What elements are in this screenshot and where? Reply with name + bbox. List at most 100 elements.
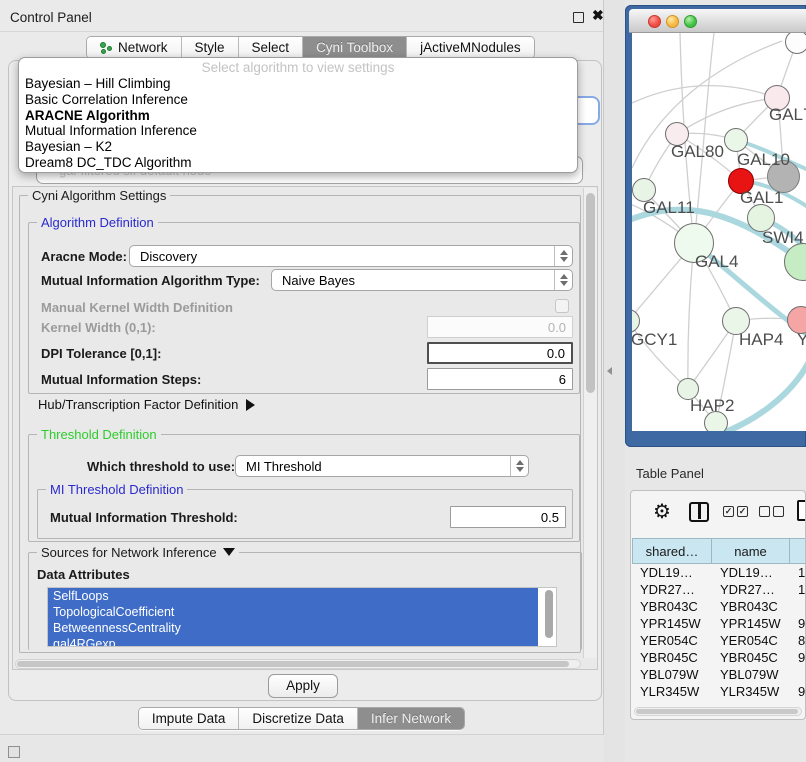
- tab-style[interactable]: Style: [182, 37, 239, 58]
- column-header[interactable]: name: [712, 538, 790, 564]
- cell: YER054C: [712, 632, 790, 649]
- tab-infer-network[interactable]: Infer Network: [358, 708, 464, 729]
- which-threshold-combo[interactable]: MI Threshold: [235, 455, 529, 477]
- cell: 9: [790, 700, 806, 703]
- list-scrollbar-thumb[interactable]: [545, 590, 553, 638]
- scrollbar-thumb[interactable]: [636, 709, 798, 714]
- cell: YBR045C: [632, 649, 712, 666]
- cyni-algorithm-settings-title: Cyni Algorithm Settings: [28, 188, 170, 203]
- control-panel: Control Panel ✖ Network Style Select Cyn…: [0, 0, 604, 735]
- stepper-arrows-icon: [510, 456, 528, 476]
- tab-network-label: Network: [118, 40, 168, 55]
- network-canvas[interactable]: GAL7 GAL80 GAL10 GAL1 GAL11 SWI4 GAL4 GC…: [632, 33, 806, 431]
- tab-jactivemnodules[interactable]: jActiveMNodules: [407, 37, 534, 58]
- checked-boxes-icon[interactable]: ✓✓: [723, 506, 748, 517]
- mi-threshold-title: MI Threshold Definition: [46, 482, 187, 497]
- mi-threshold-group: MI Threshold Definition Mutual Informati…: [37, 489, 573, 539]
- cyni-settings-area: Cyni Algorithm Settings Algorithm Defini…: [12, 186, 598, 670]
- table-row[interactable]: YIL052CYIL052C9: [632, 700, 806, 703]
- algorithm-option[interactable]: Basic Correlation Inference: [19, 92, 577, 108]
- zoom-traffic-light-icon[interactable]: [684, 15, 697, 28]
- columns-icon[interactable]: [689, 502, 709, 522]
- algorithm-option[interactable]: Dream8 DC_TDC Algorithm: [19, 155, 577, 171]
- attribute-item[interactable]: SelfLoops: [48, 588, 538, 604]
- column-header[interactable]: shared…: [632, 538, 712, 564]
- cell: YDL19…: [712, 564, 790, 581]
- float-panel-icon[interactable]: [573, 12, 584, 23]
- node-label: GAL4: [695, 252, 738, 272]
- algorithm-option-selected[interactable]: ARACNE Algorithm: [19, 108, 577, 124]
- algorithm-option[interactable]: Bayesian – Hill Climbing: [19, 76, 577, 92]
- mi-algorithm-type-combo[interactable]: Naive Bayes: [271, 269, 573, 291]
- kernel-width-input[interactable]: [427, 316, 573, 338]
- sources-group: Sources for Network Inference Data Attri…: [28, 552, 582, 650]
- file-icon[interactable]: [797, 500, 806, 521]
- tab-discretize-data[interactable]: Discretize Data: [239, 708, 358, 729]
- manual-kernel-width-checkbox[interactable]: [555, 299, 569, 313]
- close-panel-icon[interactable]: ✖: [592, 7, 604, 24]
- data-attributes-list[interactable]: SelfLoops TopologicalCoefficient Between…: [47, 587, 557, 647]
- hub-tf-definition-toggle[interactable]: Hub/Transcription Factor Definition: [38, 397, 255, 412]
- scrollbar-thumb[interactable]: [17, 661, 569, 667]
- unchecked-boxes-icon[interactable]: [759, 506, 784, 517]
- node-label: GAL80: [671, 142, 724, 162]
- cell: YIL052C: [712, 700, 790, 703]
- algorithm-option[interactable]: Mutual Information Inference: [19, 123, 577, 139]
- algorithm-dropdown-popup: Select algorithm to view settings Bayesi…: [18, 57, 578, 173]
- table-row[interactable]: YLR345WYLR345W9.: [632, 683, 806, 700]
- algorithm-definition-group: Algorithm Definition Aracne Mode: Discov…: [28, 222, 580, 394]
- network-window-titlebar[interactable]: [629, 9, 806, 33]
- gear-icon[interactable]: ⚙: [653, 499, 671, 524]
- table-row[interactable]: YDR27…YDR27…12: [632, 581, 806, 598]
- settings-vertical-scrollbar[interactable]: [583, 188, 597, 658]
- divider-collapse-arrow-icon[interactable]: [607, 367, 612, 375]
- tab-discretize-data-label: Discretize Data: [252, 711, 344, 726]
- minimize-traffic-light-icon[interactable]: [666, 15, 679, 28]
- node-label: SWI4: [762, 228, 804, 248]
- table-row[interactable]: YDL19…YDL19…13: [632, 564, 806, 581]
- bottom-tabs-row: Impute Data Discretize Data Infer Networ…: [0, 707, 603, 730]
- tab-style-label: Style: [195, 40, 225, 55]
- algorithm-option[interactable]: Bayesian – K2: [19, 139, 577, 155]
- cell: YPR145W: [712, 615, 790, 632]
- attribute-item[interactable]: BetweennessCentrality: [48, 620, 538, 636]
- node-label: GAL11: [643, 198, 695, 218]
- tab-select[interactable]: Select: [239, 37, 304, 58]
- cell: YBL079W: [712, 666, 790, 683]
- table-row[interactable]: YBR045CYBR045C9.: [632, 649, 806, 666]
- tab-select-label: Select: [252, 40, 290, 55]
- hub-tf-definition-label: Hub/Transcription Factor Definition: [38, 397, 238, 412]
- mi-threshold-input[interactable]: [450, 506, 566, 528]
- tab-impute-data[interactable]: Impute Data: [139, 708, 240, 729]
- aracne-mode-label: Aracne Mode:: [41, 249, 127, 264]
- table-row[interactable]: YBL079WYBL079W: [632, 666, 806, 683]
- network-tab-icon: [100, 41, 113, 55]
- network-view-window[interactable]: GAL7 GAL80 GAL10 GAL1 GAL11 SWI4 GAL4 GC…: [625, 5, 806, 447]
- table-row[interactable]: YBR043CYBR043C: [632, 598, 806, 615]
- scrollbar-thumb[interactable]: [586, 193, 595, 393]
- settings-horizontal-scrollbar[interactable]: [15, 659, 581, 669]
- collapse-arrow-icon[interactable]: [223, 548, 235, 556]
- table-row[interactable]: YER054CYER054C8.: [632, 632, 806, 649]
- manual-kernel-width-label: Manual Kernel Width Definition: [41, 300, 233, 315]
- cell: YDL19…: [632, 564, 712, 581]
- network-node[interactable]: [785, 33, 806, 54]
- table-horizontal-scrollbar[interactable]: [634, 707, 802, 716]
- tab-network[interactable]: Network: [87, 37, 182, 58]
- apply-button[interactable]: Apply: [268, 674, 338, 698]
- close-traffic-light-icon[interactable]: [648, 15, 661, 28]
- mi-steps-label: Mutual Information Steps:: [41, 372, 201, 387]
- attribute-item[interactable]: gal4RGexp: [48, 636, 538, 647]
- mi-steps-input[interactable]: [427, 368, 573, 390]
- cell: YDR27…: [712, 581, 790, 598]
- column-header[interactable]: A: [790, 538, 806, 564]
- aracne-mode-combo[interactable]: Discovery: [129, 245, 573, 267]
- tab-cyni-toolbox[interactable]: Cyni Toolbox: [303, 37, 407, 58]
- split-pane-divider[interactable]: [604, 0, 625, 762]
- network-node-gal10[interactable]: [724, 128, 748, 152]
- dpi-tolerance-input[interactable]: [427, 342, 573, 364]
- collapsed-panel-icon[interactable]: [8, 746, 20, 758]
- stepper-arrows-icon: [554, 246, 572, 266]
- attribute-item[interactable]: TopologicalCoefficient: [48, 604, 538, 620]
- table-row[interactable]: YPR145WYPR145W9.: [632, 615, 806, 632]
